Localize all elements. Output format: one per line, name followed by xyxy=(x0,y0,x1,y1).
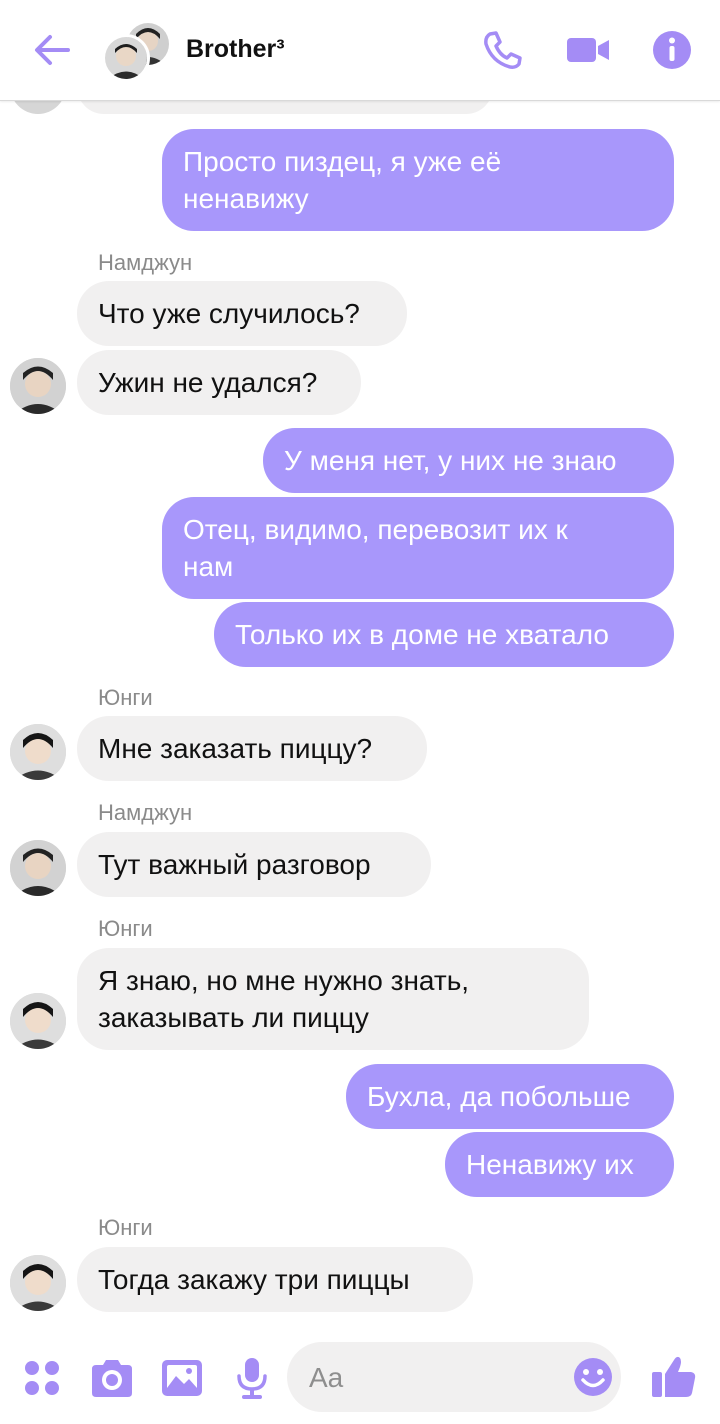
message-bubble-incoming[interactable]: Тогда закажу три пиццы xyxy=(77,1247,473,1312)
sender-name: Юнги xyxy=(98,685,153,710)
message-list[interactable]: Просто пиздец, я уже её ненавижу Намджун… xyxy=(0,100,720,1330)
message-input-container[interactable] xyxy=(287,1342,621,1414)
message-input[interactable] xyxy=(307,1342,551,1414)
more-actions-button[interactable] xyxy=(20,1356,64,1400)
message-composer xyxy=(0,1334,720,1424)
like-button[interactable] xyxy=(650,1352,698,1400)
message-bubble-incoming[interactable]: Ужин не удался? xyxy=(77,350,361,415)
camera-icon xyxy=(92,1360,132,1397)
voice-call-button[interactable] xyxy=(480,28,524,72)
message-bubble-outgoing[interactable]: Просто пиздец, я уже её ненавижу xyxy=(162,129,674,231)
message-text: Отец, видимо, перевозит их к xyxy=(183,514,568,545)
message-bubble-incoming[interactable]: Я знаю, но мне нужно знать, заказывать л… xyxy=(77,948,589,1050)
message-bubble-outgoing[interactable]: Только их в доме не хватало xyxy=(214,602,674,667)
group-avatar[interactable] xyxy=(102,20,172,82)
image-icon xyxy=(162,1360,202,1396)
message-text: Просто пиздец, я уже её xyxy=(183,146,502,177)
member-avatar xyxy=(102,34,150,82)
message-text: Я знаю, но мне нужно знать, xyxy=(98,965,470,996)
gallery-button[interactable] xyxy=(160,1356,204,1400)
voice-message-button[interactable] xyxy=(230,1356,274,1400)
message-text: заказывать ли пиццу xyxy=(98,1002,369,1033)
video-call-button[interactable] xyxy=(566,28,610,72)
emoji-button[interactable] xyxy=(571,1355,615,1399)
microphone-icon xyxy=(237,1358,267,1399)
four-dots-icon xyxy=(25,1361,59,1395)
avatar[interactable] xyxy=(10,993,66,1049)
camera-button[interactable] xyxy=(90,1356,134,1400)
sender-name: Юнги xyxy=(98,916,153,941)
message-bubble-outgoing[interactable]: Бухла, да побольше xyxy=(346,1064,674,1129)
sender-name: Намджун xyxy=(98,800,193,825)
message-bubble-outgoing[interactable]: Отец, видимо, перевозит их к нам xyxy=(162,497,674,599)
avatar[interactable] xyxy=(10,358,66,414)
sender-name: Юнги xyxy=(98,1215,153,1240)
avatar[interactable] xyxy=(10,100,66,114)
arrow-left-icon xyxy=(35,35,70,65)
conversation-info-button[interactable] xyxy=(650,28,694,72)
avatar[interactable] xyxy=(10,840,66,896)
avatar[interactable] xyxy=(10,1255,66,1311)
thumbs-up-icon xyxy=(652,1356,696,1397)
message-bubble-incoming[interactable] xyxy=(77,100,493,114)
message-bubble-outgoing[interactable]: У меня нет, у них не знаю xyxy=(263,428,674,493)
message-bubble-outgoing[interactable]: Ненавижу их xyxy=(445,1132,674,1197)
message-text: нам xyxy=(183,551,234,582)
info-icon xyxy=(653,31,691,69)
message-bubble-incoming[interactable]: Что уже случилось? xyxy=(77,281,407,346)
conversation-header: Brother³ xyxy=(0,0,720,101)
video-camera-icon xyxy=(567,38,609,62)
sender-name: Намджун xyxy=(98,250,193,275)
conversation-title[interactable]: Brother³ xyxy=(186,35,285,64)
message-bubble-incoming[interactable]: Мне заказать пиццу? xyxy=(77,716,427,781)
back-button[interactable] xyxy=(30,28,74,72)
smiley-icon xyxy=(574,1358,612,1396)
message-text: ненавижу xyxy=(183,183,309,214)
message-bubble-incoming[interactable]: Тут важный разговор xyxy=(77,832,431,897)
avatar[interactable] xyxy=(10,724,66,780)
phone-icon xyxy=(484,31,522,69)
